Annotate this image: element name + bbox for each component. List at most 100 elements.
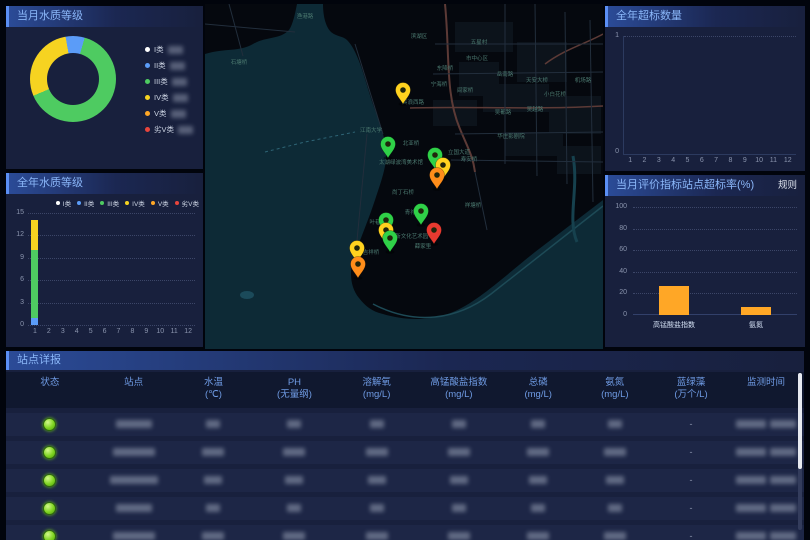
legend-label: I类 — [154, 44, 164, 55]
panel-current-month-grade: 当月水质等级 I类 II类 III类 IV类 V类劣V类 — [6, 6, 203, 169]
table-cell — [94, 504, 174, 512]
table-row[interactable]: - — [6, 469, 804, 492]
x-tick-label: 10 — [752, 157, 766, 164]
column-header-label: 总磷 — [500, 377, 577, 389]
redacted-timestamp-date — [736, 476, 766, 484]
column-header-label: 站点 — [94, 377, 174, 389]
legend-item[interactable]: V类 — [145, 108, 193, 119]
gridline — [633, 207, 797, 208]
table-cell — [6, 530, 94, 540]
table-row[interactable]: - — [6, 525, 804, 540]
redacted-timestamp-date — [736, 532, 766, 540]
table-cell — [336, 448, 418, 456]
table-row[interactable]: - — [6, 441, 804, 464]
table-cell — [500, 532, 577, 540]
column-header-label: 氨氮 — [577, 377, 654, 389]
column-header-label: 高锰酸盐指数 — [418, 377, 500, 389]
legend-item[interactable]: II类 — [77, 198, 94, 208]
redacted-timestamp-date — [736, 504, 766, 512]
redacted-value — [604, 532, 626, 540]
legend-color-dot — [145, 95, 150, 100]
table-cell — [729, 420, 803, 428]
table-cell: - — [653, 447, 729, 457]
table-cell — [500, 420, 577, 428]
table-cell — [336, 504, 418, 512]
y-tick-1: 1 — [603, 32, 619, 39]
table-scrollbar-thumb[interactable] — [798, 373, 802, 469]
column-header-unit: (mg/L) — [500, 389, 577, 401]
legend-color-dot — [145, 63, 150, 68]
redacted-legend-value — [173, 94, 188, 102]
legend-color-dot — [145, 111, 150, 116]
legend-item[interactable]: 劣V类 — [175, 198, 199, 208]
panel-header: 当月评价指标站点超标率(%) 规则 — [605, 175, 805, 196]
redacted-value — [527, 448, 549, 456]
redacted-legend-value — [168, 46, 183, 54]
legend-item[interactable]: IV类 — [125, 198, 145, 208]
legend-item[interactable]: I类 — [145, 44, 193, 55]
panel-title: 全年水质等级 — [17, 173, 83, 194]
table-cell — [94, 532, 174, 540]
table-cell — [174, 504, 254, 512]
redacted-station-name — [116, 504, 152, 512]
table-cell — [577, 448, 654, 456]
redacted-value — [287, 504, 301, 512]
redacted-value — [366, 448, 388, 456]
gridline — [633, 250, 797, 251]
x-tick-label: 11 — [167, 328, 181, 335]
panel-monthly-rate: 当月评价指标站点超标率(%) 规则 020406080100 高锰酸盐指数氨氮 — [605, 175, 805, 347]
x-tick-label: 9 — [738, 157, 752, 164]
status-indicator-normal — [43, 502, 56, 515]
table-row[interactable]: - — [6, 497, 804, 520]
redacted-value — [370, 504, 384, 512]
column-header-8: 氨氮(mg/L) — [577, 377, 654, 402]
algae-value: - — [690, 419, 693, 429]
table-cell — [418, 532, 500, 540]
redacted-value — [452, 504, 466, 512]
algae-value: - — [690, 475, 693, 485]
rules-link[interactable]: 规则 — [778, 175, 805, 196]
legend-item[interactable]: III类 — [145, 76, 193, 87]
redacted-value — [606, 476, 624, 484]
y-tick-label: 15 — [8, 209, 24, 216]
legend-item[interactable]: III类 — [100, 198, 119, 208]
column-header-label: 状态 — [6, 377, 94, 389]
station-map[interactable]: 渔港路石塘桥滨湖区五星村市中心区东降桥宁海桥闾家桥岳南路天安大桥小白花桥机场路高… — [205, 4, 603, 349]
legend-item[interactable]: 劣V类 — [145, 124, 193, 135]
gridline — [28, 235, 195, 236]
column-header-label: 监测时间 — [729, 377, 803, 389]
table-cell — [253, 504, 335, 512]
panel-header: 全年超标数量 — [605, 6, 805, 27]
category-labels: 高锰酸盐指数氨氮 — [633, 320, 797, 330]
redacted-station-name — [116, 420, 152, 428]
table-cell — [174, 420, 254, 428]
column-header-label: 水温 — [174, 377, 254, 389]
legend-item[interactable]: II类 — [145, 60, 193, 71]
legend-item[interactable]: V类 — [151, 198, 169, 208]
table-cell — [253, 476, 335, 484]
column-header-7: 总磷(mg/L) — [500, 377, 577, 402]
map-label: 闾家桥 — [457, 86, 474, 94]
legend-label: II类 — [84, 198, 94, 208]
map-label: 立国大道 — [448, 148, 471, 156]
panel-station-table: 站点详报 状态站点水温(℃)PH(无量纲)溶解氧(mg/L)高锰酸盐指数(mg/… — [6, 351, 804, 534]
redacted-value — [368, 476, 386, 484]
legend-item[interactable]: I类 — [56, 198, 71, 208]
panel-header: 当月水质等级 — [6, 6, 203, 27]
column-header-6: 高锰酸盐指数(mg/L) — [418, 377, 500, 402]
panel-yearly-grade: 全年水质等级 I类II类III类IV类V类劣V类 15129630 123456… — [6, 173, 203, 347]
table-row[interactable]: - — [6, 413, 804, 436]
redacted-legend-value — [170, 62, 185, 70]
table-cell: - — [653, 531, 729, 540]
table-cell — [577, 504, 654, 512]
x-tick-label: 12 — [781, 157, 795, 164]
redacted-timestamp-date — [736, 448, 766, 456]
redacted-value — [531, 420, 545, 428]
legend-item[interactable]: IV类 — [145, 92, 193, 103]
column-header-unit: (无量纲) — [253, 389, 335, 401]
legend-label: 劣V类 — [182, 198, 199, 208]
column-header-3: 水温(℃) — [174, 377, 254, 402]
y-tick-label: 0 — [8, 321, 24, 328]
water-quality-dashboard: 当月水质等级 I类II类III类IV类V类劣V类 全年水质等级 I类II类III… — [0, 0, 810, 540]
x-tick-label: 11 — [766, 157, 780, 164]
